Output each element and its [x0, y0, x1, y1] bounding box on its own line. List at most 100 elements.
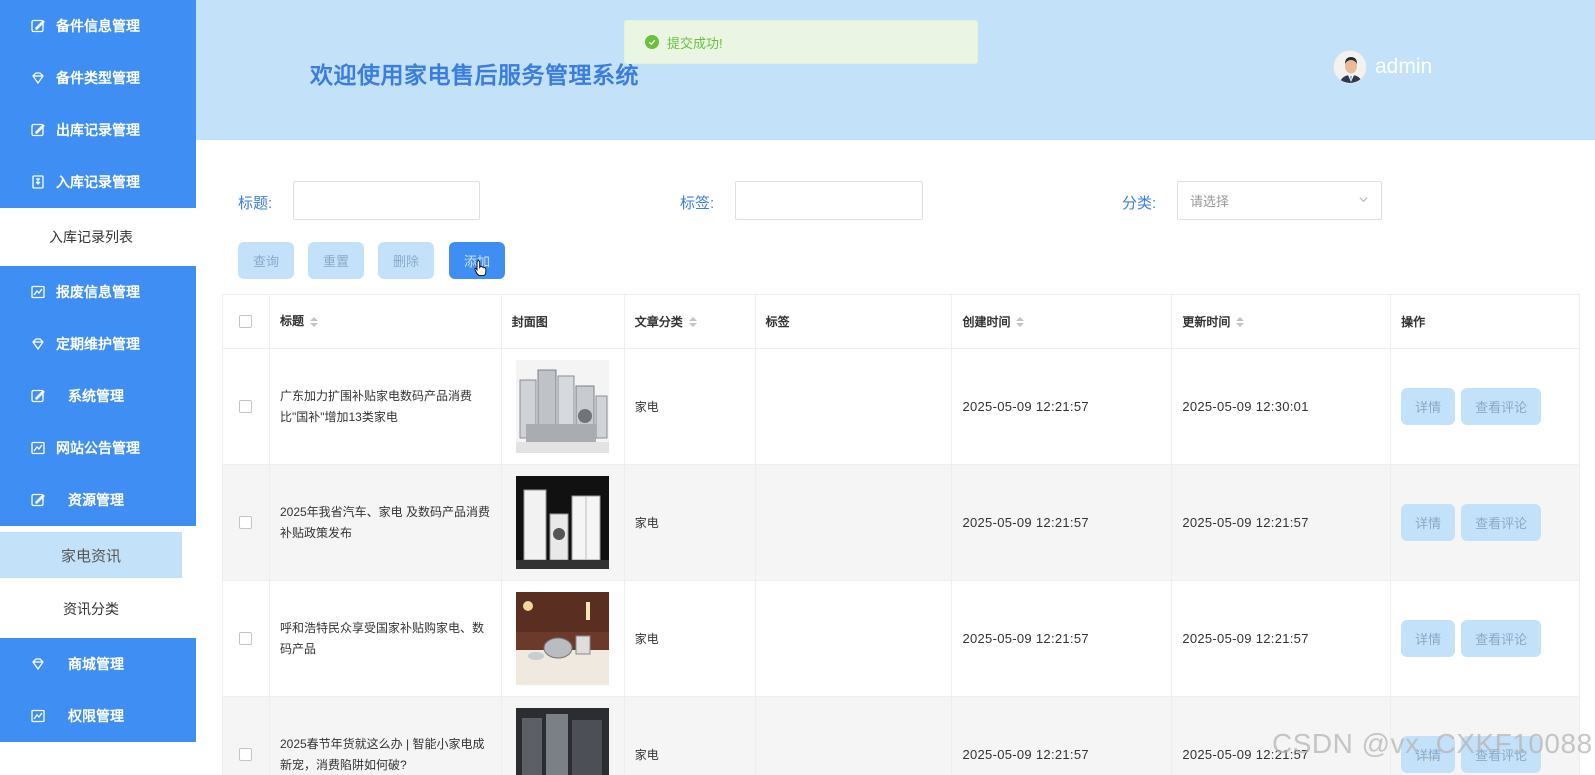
tag-input[interactable] [735, 181, 923, 220]
submenu-inbound-list[interactable]: 入库记录列表 [0, 214, 182, 260]
row-created: 2025-05-09 12:21:57 [952, 465, 1173, 580]
row-checkbox[interactable] [239, 400, 253, 413]
gem-icon [30, 656, 46, 672]
row-checkbox[interactable] [239, 748, 253, 761]
menu-label: 入库记录管理 [56, 174, 140, 190]
fridge-cover-image[interactable] [516, 476, 610, 569]
menu-scrap[interactable]: 报废信息管理 [0, 266, 196, 318]
header-created[interactable]: 创建时间 [952, 295, 1173, 348]
menu-parts-type[interactable]: 备件类型管理 [0, 52, 196, 104]
avatar[interactable] [1333, 50, 1367, 84]
row-ops: 详情 查看评论 [1391, 465, 1581, 580]
menu-label: 系统管理 [68, 388, 124, 404]
header-ops: 操作 [1391, 295, 1581, 348]
detail-button[interactable]: 详情 [1401, 388, 1456, 425]
row-checkbox-cell [223, 349, 270, 464]
appliances-cover-image[interactable] [516, 360, 610, 453]
header-category[interactable]: 文章分类 [625, 295, 756, 348]
header-created-label: 创建时间 [962, 315, 1011, 329]
menu-maintenance[interactable]: 定期维护管理 [0, 318, 196, 370]
kitchen-cover-image[interactable] [516, 592, 610, 685]
edit-icon [30, 18, 46, 34]
menu-resource[interactable]: 资源管理 [0, 474, 196, 526]
edit-icon [30, 122, 46, 138]
inbound-submenu: 入库记录列表 [0, 208, 196, 266]
table-row: 2025年我省汽车、家电 及数码产品消费补贴政策发布 家电 2025-05-09… [223, 465, 1581, 581]
menu-permission[interactable]: 权限管理 [0, 690, 196, 742]
view-comments-button[interactable]: 查看评论 [1461, 620, 1542, 657]
store-cover-image[interactable] [516, 708, 610, 775]
row-tag [756, 349, 953, 464]
menu-label: 网站公告管理 [56, 440, 140, 456]
row-tag [756, 581, 953, 696]
chevron-down-icon [1358, 194, 1369, 208]
chart-icon [30, 440, 46, 456]
detail-button[interactable]: 详情 [1401, 620, 1456, 657]
sort-icon[interactable] [1016, 316, 1025, 327]
table-header: 标题 封面图 文章分类 标签 创建时间 更新时间 操作 [223, 295, 1581, 349]
user-menu[interactable]: admin [1333, 50, 1432, 84]
row-checkbox-cell [223, 465, 270, 580]
delete-button[interactable]: 删除 [378, 242, 434, 279]
row-cover [502, 349, 625, 464]
sort-icon[interactable] [1236, 316, 1245, 327]
header-updated[interactable]: 更新时间 [1172, 295, 1392, 348]
sidebar: 备件信息管理 备件类型管理 出库记录管理 入库记录管理 入库记录列表 报废信息管… [0, 0, 196, 775]
header-cover: 封面图 [502, 295, 625, 348]
submenu-news-category[interactable]: 资讯分类 [0, 586, 182, 632]
view-comments-button[interactable]: 查看评论 [1461, 388, 1542, 425]
query-button[interactable]: 查询 [238, 242, 294, 279]
reset-button[interactable]: 重置 [308, 242, 364, 279]
archive-icon [30, 174, 46, 190]
menu-label: 报废信息管理 [56, 284, 140, 300]
watermark: CSDN @vx_CXKF10088 [1272, 728, 1593, 759]
select-all-checkbox[interactable] [239, 315, 253, 328]
row-created: 2025-05-09 12:21:57 [952, 349, 1173, 464]
table-row: 广东加力扩围补贴家电数码产品消费比"国补"增加13类家电 家电 2025-05-… [223, 349, 1581, 465]
row-cover [502, 697, 625, 775]
row-title: 广东加力扩围补贴家电数码产品消费比"国补"增加13类家电 [270, 349, 502, 464]
menu-inbound[interactable]: 入库记录管理 [0, 156, 196, 208]
row-cover [502, 465, 625, 580]
row-title: 呼和浩特民众享受国家补贴购家电、数码产品 [270, 581, 502, 696]
detail-button[interactable]: 详情 [1401, 504, 1456, 541]
row-tag [756, 465, 953, 580]
row-title: 2025年我省汽车、家电 及数码产品消费补贴政策发布 [270, 465, 502, 580]
menu-outbound[interactable]: 出库记录管理 [0, 104, 196, 156]
menu-system[interactable]: 系统管理 [0, 370, 196, 422]
menu-announcement[interactable]: 网站公告管理 [0, 422, 196, 474]
check-circle-icon [645, 35, 659, 49]
row-checkbox[interactable] [239, 516, 253, 529]
row-category: 家电 [625, 349, 756, 464]
category-label: 分类: [1122, 195, 1157, 212]
row-checkbox[interactable] [239, 632, 253, 645]
view-comments-button[interactable]: 查看评论 [1461, 504, 1542, 541]
page-title: 欢迎使用家电售后服务管理系统 [310, 62, 639, 88]
submenu-appliance-news[interactable]: 家电资讯 [0, 532, 182, 578]
menu-label: 权限管理 [68, 708, 124, 724]
menu-label: 资源管理 [68, 492, 124, 508]
success-toast: 提交成功! [624, 20, 978, 64]
category-select[interactable]: 请选择 [1177, 181, 1382, 220]
gem-icon [30, 336, 46, 352]
title-label: 标题: [238, 195, 273, 212]
table-row: 呼和浩特民众享受国家补贴购家电、数码产品 家电 2025-05-09 12:21… [223, 581, 1581, 697]
row-updated: 2025-05-09 12:30:01 [1172, 349, 1392, 464]
menu-label: 出库记录管理 [56, 122, 140, 138]
row-category: 家电 [625, 581, 756, 696]
row-checkbox-cell [223, 697, 270, 775]
category-placeholder: 请选择 [1190, 194, 1230, 209]
menu-mall[interactable]: 商城管理 [0, 638, 196, 690]
sort-icon[interactable] [688, 316, 697, 327]
menu-label: 备件信息管理 [56, 18, 140, 34]
header-checkbox-cell [223, 295, 270, 348]
title-input[interactable] [293, 181, 480, 220]
row-cover [502, 581, 625, 696]
header-title[interactable]: 标题 [270, 295, 502, 348]
header-updated-label: 更新时间 [1182, 315, 1231, 329]
sort-icon[interactable] [309, 316, 318, 327]
menu-parts-info[interactable]: 备件信息管理 [0, 0, 196, 52]
row-created: 2025-05-09 12:21:57 [952, 581, 1173, 696]
row-category: 家电 [625, 465, 756, 580]
row-title: 2025春节年货就这么办 | 智能小家电成新宠，消费陷阱如何破? [270, 697, 502, 775]
